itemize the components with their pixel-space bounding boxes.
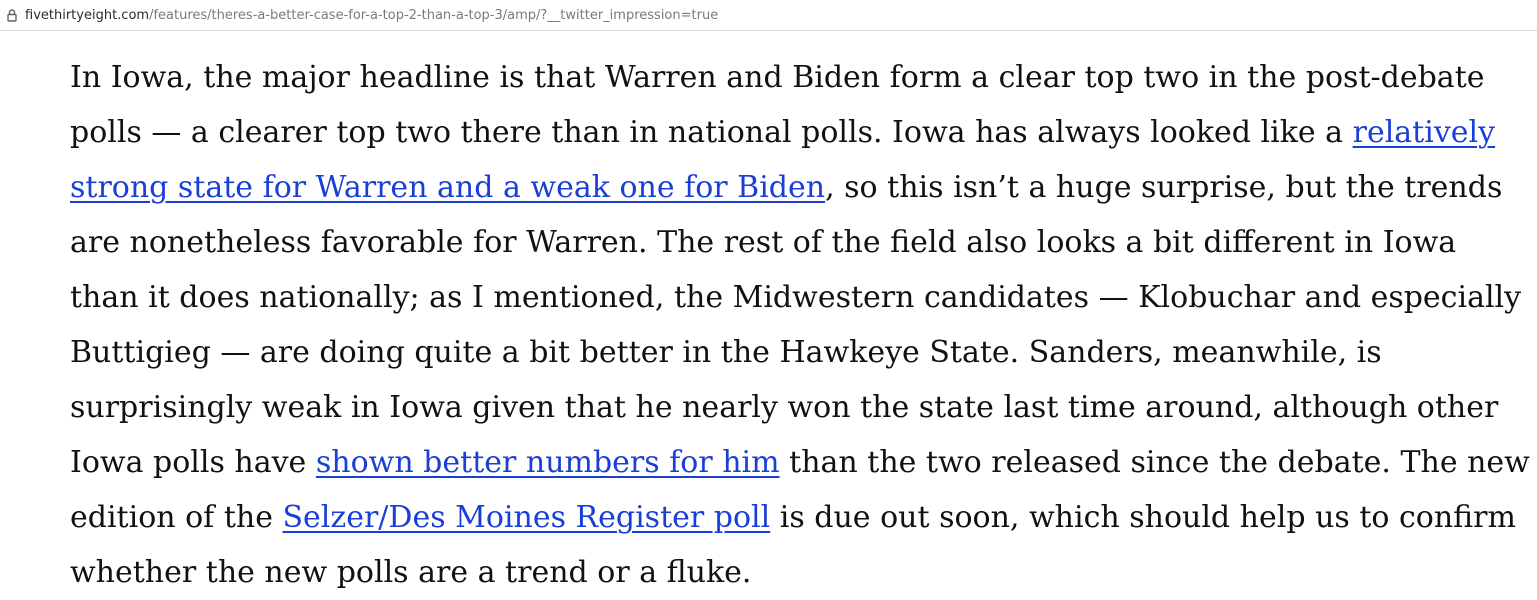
url-path: /features/theres-a-better-case-for-a-top… [149,7,719,23]
lock-icon[interactable] [6,8,18,22]
url-text[interactable]: fivethirtyeight.com/features/theres-a-be… [25,8,718,23]
article-paragraph: In Iowa, the major headline is that Warr… [70,50,1530,600]
lock-icon-glyph [7,8,17,22]
address-bar[interactable]: fivethirtyeight.com/features/theres-a-be… [0,0,1537,31]
link-selzer-poll[interactable]: Selzer/Des Moines Register poll [283,500,771,535]
article-text: In Iowa, the major headline is that Warr… [70,60,1485,150]
url-domain: fivethirtyeight.com [25,7,150,23]
link-shown-better-numbers[interactable]: shown better numbers for him [316,445,780,480]
article-text: , so this isn’t a huge surprise, but the… [70,170,1522,480]
